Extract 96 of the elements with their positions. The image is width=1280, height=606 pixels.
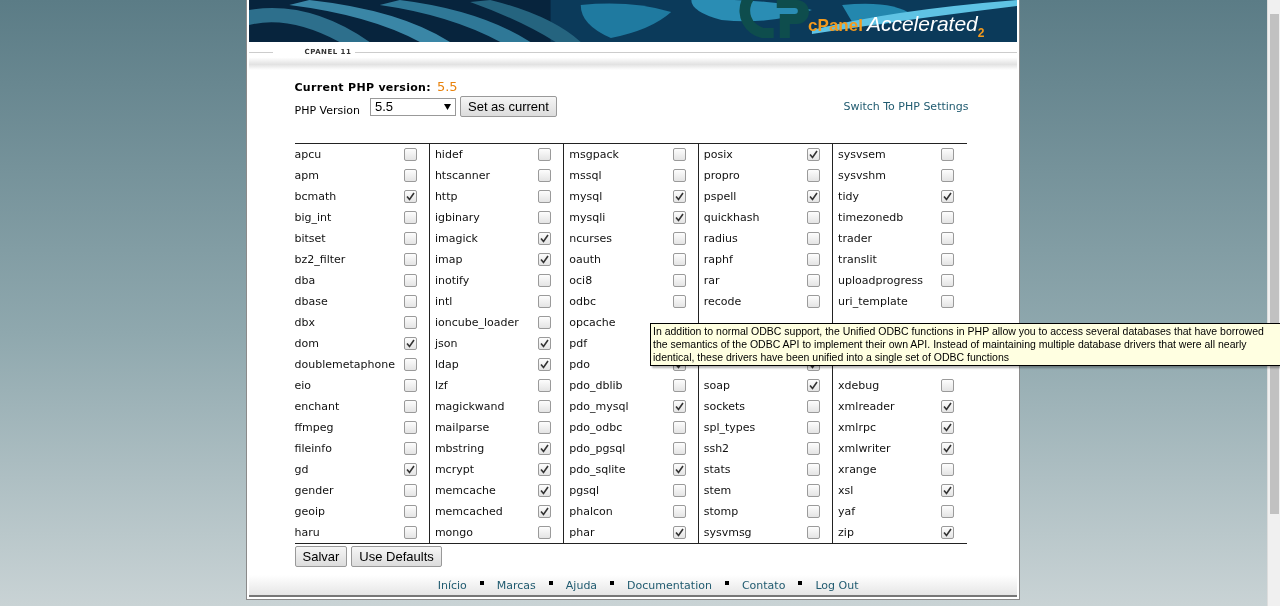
extension-name: mongo bbox=[434, 526, 474, 539]
extension-name: uploadprogress bbox=[838, 274, 924, 287]
extension-name: imap bbox=[434, 253, 463, 266]
extension-name: ncurses bbox=[569, 232, 613, 245]
extension-name: xmlwriter bbox=[838, 442, 891, 455]
extension-name: dbx bbox=[294, 316, 315, 329]
extension-name: posix bbox=[703, 148, 733, 161]
logo-edition: 2 bbox=[977, 26, 985, 40]
extension-name: doublemetaphone bbox=[294, 358, 395, 371]
extension-name: sysvmsg bbox=[703, 526, 752, 539]
extension-name: rar bbox=[703, 274, 720, 287]
extension-name: magickwand bbox=[434, 400, 505, 413]
current-version-value: 5.5 bbox=[436, 79, 458, 94]
extension-name: oci8 bbox=[569, 274, 593, 287]
extension-name: quickhash bbox=[703, 211, 760, 224]
extension-name: gender bbox=[294, 484, 334, 497]
extension-name: geoip bbox=[294, 505, 326, 518]
extension-name: bitset bbox=[294, 232, 326, 245]
extension-name: igbinary bbox=[434, 211, 480, 224]
extension-name: ffmpeg bbox=[294, 421, 334, 434]
extension-name: xsl bbox=[838, 484, 854, 497]
extension-name: soap bbox=[703, 379, 730, 392]
extension-name: intl bbox=[434, 295, 453, 308]
extension-name: pdo_dblib bbox=[569, 379, 623, 392]
extension-name: memcache bbox=[434, 484, 496, 497]
extension-name: sockets bbox=[703, 400, 745, 413]
extension-name: lzf bbox=[434, 379, 448, 392]
extension-name: phar bbox=[569, 526, 595, 539]
extension-name: json bbox=[434, 337, 458, 350]
logo-product: Accelerated bbox=[866, 12, 978, 36]
extension-name: stem bbox=[703, 484, 732, 497]
extension-name: sysvshm bbox=[838, 169, 886, 182]
extension-name: apcu bbox=[294, 148, 322, 161]
extension-name: memcached bbox=[434, 505, 503, 518]
extension-name: dom bbox=[294, 337, 319, 350]
extension-name: pdo_sqlite bbox=[569, 463, 626, 476]
tooltip: In addition to normal ODBC support, the Unified ODBC functions in PHP allow you to access several databases that have borrowed the semantics of the ODBC API to implement their own API. Instead of maintaining multiple database drivers that were all nearly identical, these drivers have been unified into a single set of ODBC functions bbox=[650, 323, 1280, 366]
extension-name: trader bbox=[838, 232, 872, 245]
extension-name: gd bbox=[294, 463, 309, 476]
extension-name: dba bbox=[294, 274, 316, 287]
extension-name: zip bbox=[838, 526, 854, 539]
extension-name: radius bbox=[703, 232, 738, 245]
extension-name: msgpack bbox=[569, 148, 619, 161]
extension-name: mysqli bbox=[569, 211, 606, 224]
extension-name: uri_template bbox=[838, 295, 908, 308]
extension-name: eio bbox=[294, 379, 312, 392]
extension-name: big_int bbox=[294, 211, 332, 224]
logo-brand: cPanel bbox=[808, 16, 863, 36]
extension-name: recode bbox=[703, 295, 742, 308]
extension-name: raphf bbox=[703, 253, 733, 266]
extension-name: pdo_pgsql bbox=[569, 442, 626, 455]
extension-name: fileinfo bbox=[294, 442, 332, 455]
extension-name: timezonedb bbox=[838, 211, 904, 224]
extension-name: ioncube_loader bbox=[434, 316, 519, 329]
extension-name: pspell bbox=[703, 190, 737, 203]
extension-name: bcmath bbox=[294, 190, 337, 203]
extension-name: mbstring bbox=[434, 442, 485, 455]
extension-name: oauth bbox=[569, 253, 602, 266]
extension-name: xmlreader bbox=[838, 400, 895, 413]
extension-name: yaf bbox=[838, 505, 856, 518]
extension-name: inotify bbox=[434, 274, 470, 287]
extension-name: imagick bbox=[434, 232, 478, 245]
extension-name: opcache bbox=[569, 316, 616, 329]
extension-name: xdebug bbox=[838, 379, 880, 392]
extension-name: phalcon bbox=[569, 505, 613, 518]
extension-name: hidef bbox=[434, 148, 463, 161]
extension-name: bz2_filter bbox=[294, 253, 346, 266]
extension-name: pdo bbox=[569, 358, 590, 371]
extension-name: pdo_mysql bbox=[569, 400, 629, 413]
extension-name: mcrypt bbox=[434, 463, 474, 476]
extension-name: sysvsem bbox=[838, 148, 886, 161]
extension-name: pgsql bbox=[569, 484, 600, 497]
current-version-label: Current PHP version: bbox=[294, 81, 431, 94]
extension-name: xmlrpc bbox=[838, 421, 876, 434]
extension-name: enchant bbox=[294, 400, 340, 413]
extension-name: ldap bbox=[434, 358, 459, 371]
extension-name: stats bbox=[703, 463, 731, 476]
extension-name: odbc bbox=[569, 295, 597, 308]
extension-name: haru bbox=[294, 526, 320, 539]
extension-name: propro bbox=[703, 169, 740, 182]
extension-name: pdo_odbc bbox=[569, 421, 623, 434]
extension-name: apm bbox=[294, 169, 319, 182]
extension-name: tidy bbox=[838, 190, 859, 203]
extension-name: mailparse bbox=[434, 421, 490, 434]
extension-name: translit bbox=[838, 253, 877, 266]
extension-name: stomp bbox=[703, 505, 739, 518]
extension-name: htscanner bbox=[434, 169, 490, 182]
extension-name: pdf bbox=[569, 337, 588, 350]
extension-name: http bbox=[434, 190, 458, 203]
extension-name: ssh2 bbox=[703, 442, 730, 455]
extension-name: spl_types bbox=[703, 421, 756, 434]
version-label: PHP Version bbox=[294, 104, 360, 117]
extension-name: xrange bbox=[838, 463, 877, 476]
extension-name: mysql bbox=[569, 190, 603, 203]
extension-name: mssql bbox=[569, 169, 602, 182]
extension-name: dbase bbox=[294, 295, 328, 308]
